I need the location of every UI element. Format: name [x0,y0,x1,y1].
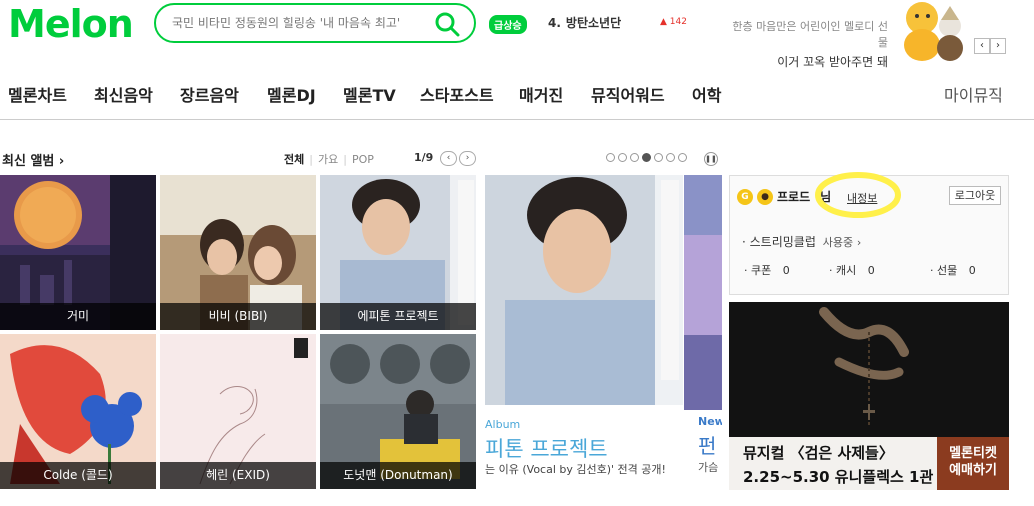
rise-badge: 급상승 [489,15,527,34]
chevron-left-icon: ‹ [446,153,451,163]
pagination-dot[interactable] [666,153,675,162]
latest-album-title-text: 최신 앨범 [2,154,55,169]
album-artist: 헤린 (EXID) [160,462,316,489]
nav-chart[interactable]: 멜론차트 [8,82,67,106]
divider: | [343,153,347,166]
ticket-link-label: 멜론티켓 [949,446,997,461]
album-artist: Colde (콜드) [0,462,156,489]
realtime-rank-item[interactable]: 4. 방탄소년단 [548,14,621,31]
promo-line2: 이거 꼬옥 받아주면 돼 [777,55,888,69]
filter-pop[interactable]: POP [352,153,374,166]
promo-banner[interactable]: 한층 마음만은 어린이인 멜로디 선물 이거 꼬옥 받아주면 돼 [726,18,888,70]
filter-all[interactable]: 전체 [284,153,304,166]
main-navigation: 멜론차트 최신음악 장르음악 멜론DJ 멜론TV 스타포스트 매거진 뮤직어워드… [0,72,1034,120]
streaming-status: 사용중 [822,236,854,249]
feature-label: Album [485,418,521,431]
nav-language[interactable]: 어학 [692,82,721,106]
album-tile[interactable]: 에피톤 프로젝트 [320,175,476,330]
feature-title: 피톤 프로젝트 [485,437,608,461]
rank-change: ▲ 142 [660,17,687,27]
chevron-right-icon: › [58,154,65,169]
chevron-right-icon: › [856,236,862,249]
promo-prev-button[interactable]: ‹ [974,38,990,54]
feature-image [485,175,683,405]
album-page-indicator: 1/9 [414,151,434,164]
pause-button[interactable]: ❚❚ [704,152,718,166]
gift-item[interactable]: · 선물 0 [930,262,976,278]
promo-nav: ‹ › [974,38,1006,54]
album-artist: 거미 [0,303,156,330]
album-tile[interactable]: 도넛맨 (Donutman) [320,334,476,489]
rank-change-value: 142 [669,17,687,27]
grade-icon: G [737,189,753,205]
search-box [154,3,476,43]
album-artist: 비비 (BIBI) [160,303,316,330]
nav-genre[interactable]: 장르음악 [180,82,239,106]
album-tile[interactable]: Colde (콜드) [0,334,156,489]
next-banner-image [684,175,722,410]
latest-album-title[interactable]: 최신 앨범 › [2,150,64,169]
pagination-dot[interactable] [630,153,639,162]
pagination-dot-active[interactable] [642,153,651,162]
my-info-link[interactable]: 내정보 [847,190,877,206]
promo-line1: 한층 마음만은 어린이인 멜로디 선물 [732,20,888,49]
chevron-right-icon: › [465,153,470,163]
pause-icon: ❚❚ [705,155,717,163]
streaming-club-label: 스트리밍클럽 [749,235,816,249]
nav-latest-music[interactable]: 최신음악 [94,82,153,106]
nav-music-award[interactable]: 뮤직어워드 [591,82,665,106]
nav-starpost[interactable]: 스타포스트 [420,82,494,106]
ad-image [729,302,1009,437]
filter-kpop[interactable]: 가요 [318,153,338,166]
ad-title: 뮤지컬 〈검은 사제들〉 [743,444,894,462]
coupon-item[interactable]: · 쿠폰 0 [744,262,790,278]
melon-logo[interactable]: Melon [8,2,134,46]
pagination-dot[interactable] [654,153,663,162]
search-icon[interactable] [434,11,460,37]
album-tile[interactable]: 비비 (BIBI) [160,175,316,330]
divider: | [309,153,313,166]
cash-item[interactable]: · 캐시 0 [829,262,875,278]
feature-banner[interactable]: Album 피톤 프로젝트 는 이유 (Vocal by 김선호)' 전격 공개… [485,175,683,490]
album-artist: 도넛맨 (Donutman) [320,462,476,489]
character-illustration [904,2,963,61]
feature-pagination [606,153,687,162]
nav-melon-dj[interactable]: 멜론DJ [267,82,316,106]
promo-next-button[interactable]: › [990,38,1006,54]
rank-artist: 방탄소년단 [565,16,622,30]
rank-up-icon: ▲ [660,17,667,27]
album-tile[interactable]: 거미 [0,175,156,330]
feature-next-banner[interactable]: New 펀 가슴 [684,175,722,490]
album-tile[interactable]: 헤린 (EXID) [160,334,316,489]
search-input[interactable] [172,13,422,33]
feature-description: 는 이유 (Vocal by 김선호)' 전격 공개! [485,463,666,476]
ticket-link-action: 예매하기 [949,463,997,478]
kakao-icon: ● [757,189,773,205]
streaming-club[interactable]: · 스트리밍클럽 사용중 › [742,233,861,250]
album-filter: 전체 | 가요 | POP [284,151,374,167]
next-banner-sub: 가슴 [698,461,719,474]
logout-button[interactable]: 로그아웃 [949,186,1001,205]
album-prev-button[interactable]: ‹ [440,151,457,166]
ad-dates: 2.25~5.30 유니플렉스 1관 [743,468,934,486]
pagination-dot[interactable] [678,153,687,162]
nav-my-music[interactable]: 마이뮤직 [944,82,1003,106]
pagination-dot[interactable] [606,153,615,162]
ticket-link[interactable]: 멜론티켓 예매하기 [937,437,1009,490]
rank-number: 4. [548,16,561,30]
nav-melon-tv[interactable]: 멜론TV [343,82,396,106]
nav-magazine[interactable]: 매거진 [519,82,563,106]
next-banner-title: 펀 [698,434,717,458]
album-next-button[interactable]: › [459,151,476,166]
musical-ad-banner[interactable]: 뮤지컬 〈검은 사제들〉 2.25~5.30 유니플렉스 1관 멜론티켓 예매하… [729,302,1009,490]
next-banner-label: New [698,415,722,428]
pagination-dot[interactable] [618,153,627,162]
album-artist: 에피톤 프로젝트 [320,303,476,330]
